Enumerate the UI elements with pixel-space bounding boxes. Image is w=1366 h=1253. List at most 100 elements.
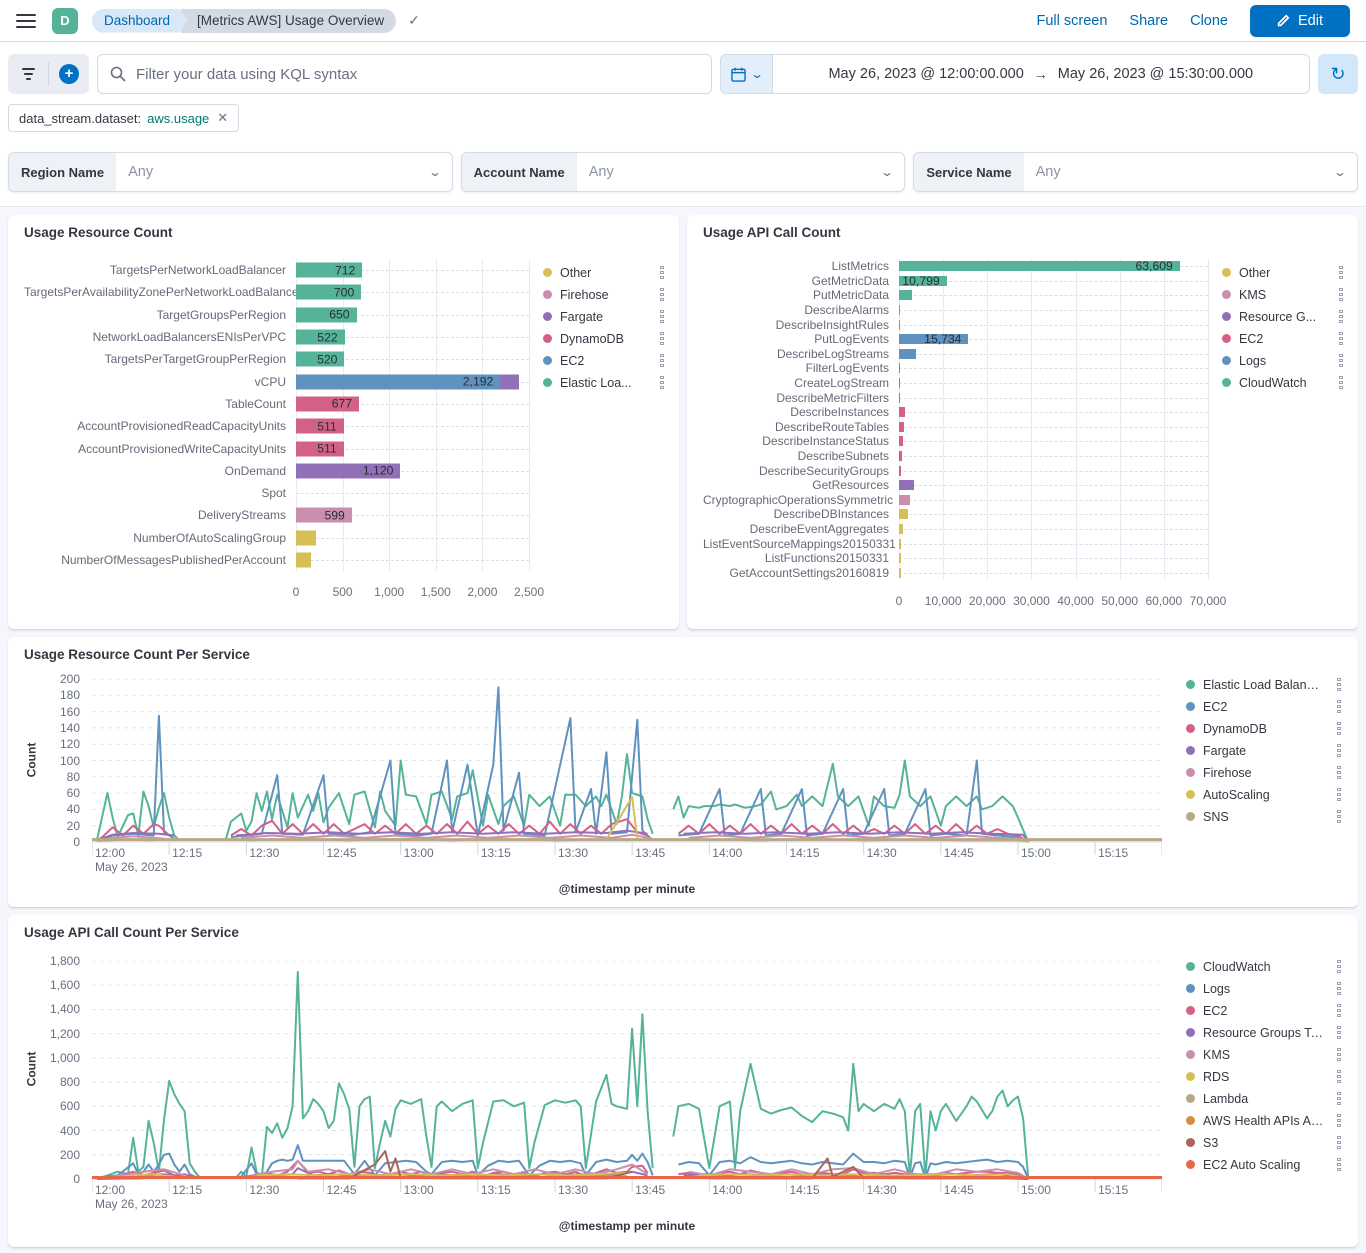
- legend-actions-icon[interactable]: [659, 353, 665, 368]
- region-name-control[interactable]: Region Name Any ⌄: [8, 152, 453, 192]
- legend-item[interactable]: EC2: [1222, 331, 1344, 346]
- legend-item[interactable]: Lambda: [1186, 1091, 1342, 1106]
- bar-track: 511: [296, 415, 529, 437]
- close-icon[interactable]: ✕: [217, 110, 228, 126]
- bar-track: [899, 449, 1208, 464]
- account-name-control[interactable]: Account Name Any ⌄: [461, 152, 906, 192]
- share-link[interactable]: Share: [1129, 13, 1168, 29]
- kql-search-input[interactable]: [136, 66, 699, 83]
- legend-color-dot: [1186, 1028, 1195, 1037]
- legend-item[interactable]: Resource G...: [1222, 309, 1344, 324]
- legend-item[interactable]: Resource Groups Ta...: [1186, 1025, 1342, 1040]
- legend-item[interactable]: AutoScaling: [1186, 787, 1342, 802]
- legend-item[interactable]: EC2: [1186, 699, 1342, 714]
- filter-pill[interactable]: data_stream.dataset: aws.usage ✕: [8, 104, 239, 132]
- legend-actions-icon[interactable]: [1336, 787, 1342, 802]
- legend-actions-icon[interactable]: [1336, 1113, 1342, 1128]
- legend-item[interactable]: EC2: [543, 353, 665, 368]
- legend-item[interactable]: EC2 Auto Scaling: [1186, 1157, 1342, 1172]
- axis-tick-label: 1,500: [421, 585, 451, 599]
- legend-actions-icon[interactable]: [1338, 353, 1344, 368]
- date-range-start[interactable]: May 26, 2023 @ 12:00:00.000: [828, 66, 1023, 82]
- legend-item[interactable]: Logs: [1186, 981, 1342, 996]
- legend-actions-icon[interactable]: [659, 265, 665, 280]
- search-icon: [110, 66, 126, 82]
- add-filter-button[interactable]: +: [49, 54, 89, 94]
- date-range-end[interactable]: May 26, 2023 @ 15:30:00.000: [1058, 66, 1253, 82]
- legend-item[interactable]: AWS Health APIs An...: [1186, 1113, 1342, 1128]
- refresh-button[interactable]: ↻: [1318, 54, 1358, 94]
- legend-actions-icon[interactable]: [1336, 765, 1342, 780]
- legend-actions-icon[interactable]: [1336, 959, 1342, 974]
- legend-actions-icon[interactable]: [1336, 677, 1342, 692]
- full-screen-link[interactable]: Full screen: [1036, 13, 1107, 29]
- date-quick-select-button[interactable]: ⌄: [721, 55, 773, 93]
- legend-actions-icon[interactable]: [1338, 331, 1344, 346]
- legend-item[interactable]: Fargate: [543, 309, 665, 324]
- bar: 520: [296, 352, 344, 367]
- legend-item[interactable]: Firehose: [1186, 765, 1342, 780]
- bar-track: [899, 317, 1208, 332]
- legend-actions-icon[interactable]: [659, 309, 665, 324]
- legend-item[interactable]: RDS: [1186, 1069, 1342, 1084]
- legend-item[interactable]: S3: [1186, 1135, 1342, 1150]
- filter-options-button[interactable]: [8, 54, 48, 94]
- edit-button[interactable]: Edit: [1250, 5, 1350, 37]
- legend-actions-icon[interactable]: [659, 375, 665, 390]
- breadcrumb-dashboard[interactable]: Dashboard: [92, 9, 188, 33]
- legend-actions-icon[interactable]: [1336, 1091, 1342, 1106]
- legend-actions-icon[interactable]: [1338, 287, 1344, 302]
- legend-actions-icon[interactable]: [1336, 1047, 1342, 1062]
- control-value: Any: [116, 164, 430, 180]
- control-label: Account Name: [462, 153, 577, 191]
- bar-row: PutLogEvents15,734: [703, 332, 1208, 347]
- legend-item[interactable]: SNS: [1186, 809, 1342, 824]
- bar-row: vCPU2,192: [24, 370, 529, 392]
- kql-search-box[interactable]: [97, 54, 712, 94]
- legend-actions-icon[interactable]: [1336, 981, 1342, 996]
- bar-track: [899, 361, 1208, 376]
- legend-actions-icon[interactable]: [1336, 721, 1342, 736]
- legend-actions-icon[interactable]: [1338, 265, 1344, 280]
- legend-actions-icon[interactable]: [1336, 1069, 1342, 1084]
- legend-item[interactable]: EC2: [1186, 1003, 1342, 1018]
- bar-category-label: DescribeAlarms: [703, 303, 899, 317]
- legend-actions-icon[interactable]: [1336, 1025, 1342, 1040]
- legend-item[interactable]: Fargate: [1186, 743, 1342, 758]
- dashboard-controls: Region Name Any ⌄ Account Name Any ⌄ Ser…: [0, 144, 1366, 207]
- legend-actions-icon[interactable]: [659, 331, 665, 346]
- legend-item[interactable]: CloudWatch: [1186, 959, 1342, 974]
- legend-actions-icon[interactable]: [1336, 1003, 1342, 1018]
- legend-actions-icon[interactable]: [1338, 309, 1344, 324]
- legend-actions-icon[interactable]: [659, 287, 665, 302]
- legend-item[interactable]: DynamoDB: [543, 331, 665, 346]
- legend-actions-icon[interactable]: [1338, 375, 1344, 390]
- axis-tick-label: 600: [36, 1099, 80, 1113]
- legend-item[interactable]: KMS: [1222, 287, 1344, 302]
- legend-actions-icon[interactable]: [1336, 1135, 1342, 1150]
- legend-actions-icon[interactable]: [1336, 699, 1342, 714]
- legend-actions-icon[interactable]: [1336, 809, 1342, 824]
- bar-row: GetAccountSettings20160819: [703, 565, 1208, 580]
- legend-item[interactable]: Elastic Load Balancing: [1186, 677, 1342, 692]
- service-name-control[interactable]: Service Name Any ⌄: [913, 152, 1358, 192]
- legend-item[interactable]: Firehose: [543, 287, 665, 302]
- legend-item[interactable]: KMS: [1186, 1047, 1342, 1062]
- legend-item[interactable]: Logs: [1222, 353, 1344, 368]
- breadcrumb-current-page[interactable]: [Metrics AWS] Usage Overview: [181, 9, 396, 33]
- space-avatar[interactable]: D: [52, 8, 78, 34]
- axis-tick-label: 140: [36, 721, 80, 735]
- bar: 63,609: [899, 261, 1180, 271]
- menu-hamburger-icon[interactable]: [16, 14, 36, 28]
- bar-track: 1,120: [296, 460, 529, 482]
- legend-item[interactable]: Other: [543, 265, 665, 280]
- clone-link[interactable]: Clone: [1190, 13, 1228, 29]
- legend-actions-icon[interactable]: [1336, 1157, 1342, 1172]
- bar-category-label: TargetsPerTargetGroupPerRegion: [24, 352, 296, 366]
- legend-item[interactable]: CloudWatch: [1222, 375, 1344, 390]
- legend-actions-icon[interactable]: [1336, 743, 1342, 758]
- legend-item[interactable]: DynamoDB: [1186, 721, 1342, 736]
- legend-item[interactable]: Elastic Loa...: [543, 375, 665, 390]
- legend-item[interactable]: Other: [1222, 265, 1344, 280]
- bar: 511: [296, 441, 344, 456]
